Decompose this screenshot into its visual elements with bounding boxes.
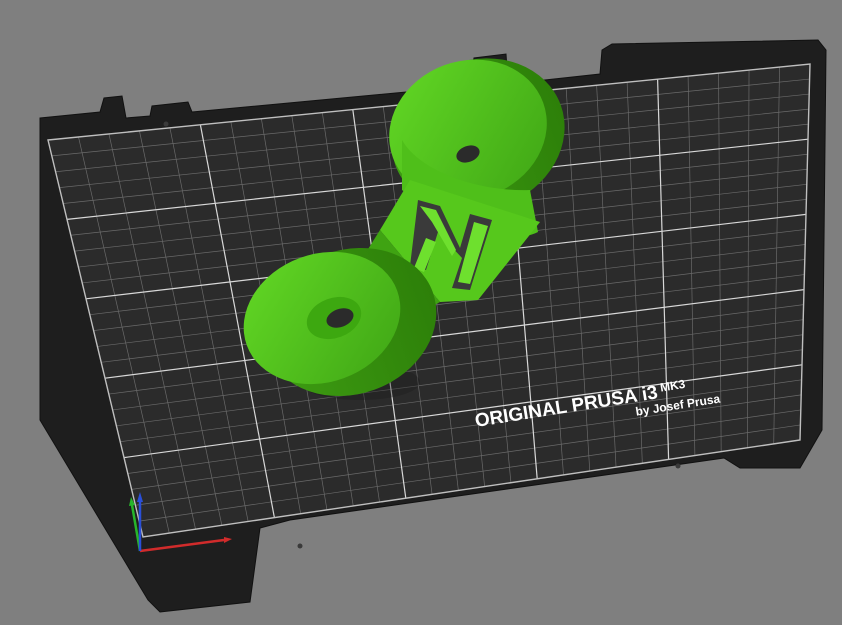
3d-viewport[interactable]: ORIGINAL PRUSA i3 MK3 by Josef Prusa [0,0,842,625]
scene-canvas[interactable]: ORIGINAL PRUSA i3 MK3 by Josef Prusa [0,0,842,625]
